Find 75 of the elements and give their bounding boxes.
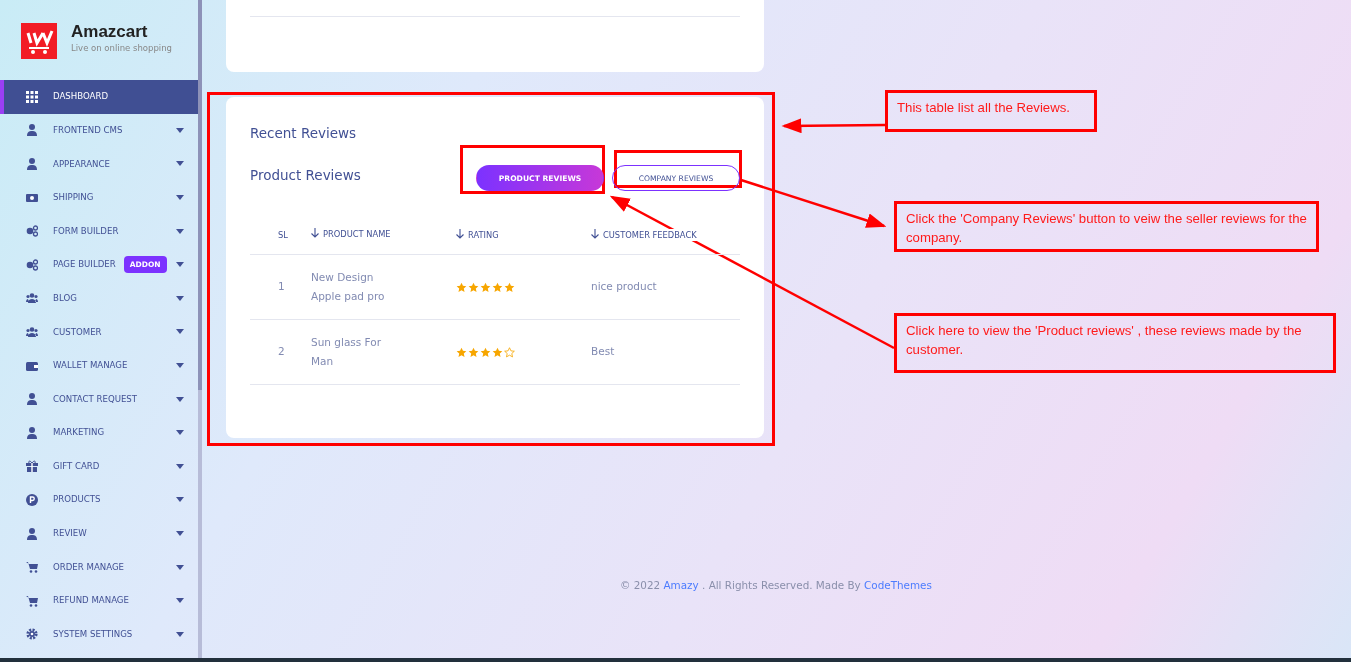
sidebar-item[interactable]: REVIEW [0,516,198,551]
annotation-note: Click here to view the 'Product reviews' , these reviews made by the customer. [894,313,1336,373]
users-icon [26,292,38,305]
star-icon [480,281,491,293]
annotation-note: This table list all the Reviews. [885,90,1097,132]
sidebar-item[interactable]: APPEARANCE [0,147,198,181]
empty-star-icon [504,346,515,358]
sidebar-item[interactable]: CONTACT REQUEST [0,382,198,416]
sidebar-item[interactable]: BLOG [0,281,198,316]
menu-label: SYSTEM SETTINGS [53,627,133,641]
sidebar-item[interactable]: GIFT CARD [0,449,198,484]
sidebar-item[interactable]: FRONTEND CMS [0,113,198,148]
menu-label: PAGE BUILDER [53,258,116,272]
person-icon [26,124,38,137]
table-cell-text: Sun glass For Man [311,335,382,370]
menu-label: REFUND MANAGE [53,594,129,608]
gears-icon [26,225,38,238]
grid-icon [26,90,38,103]
sidebar-item[interactable]: DASHBOARD [0,80,198,114]
menu-label: SHIPPING [53,191,94,204]
person-icon [26,393,38,406]
menu-label: PRODUCTS [53,493,101,507]
sidebar-item[interactable]: MARKETING [0,415,198,450]
table-cell-text: Best [591,344,616,360]
table-cell-text: nice product [591,279,658,295]
users-icon [26,325,38,338]
table-cell-text: 2 [277,344,286,360]
table-cell-text: 1 [277,279,286,295]
sidebar-item[interactable]: FORM BUILDER [0,214,198,248]
menu-label: ORDER MANAGE [53,560,125,574]
star-icon [468,281,479,293]
cart-icon [26,561,38,574]
section-title: Product Reviews [250,166,361,186]
star-icon [492,346,503,358]
banknote-icon [26,191,38,204]
menu-label: APPEARANCE [53,157,110,171]
table-cell-text: New Design Apple pad pro [311,270,386,305]
star-icon [456,281,467,293]
star-icon [468,346,479,358]
menu-label: WALLET MANAGE [53,359,128,372]
menu-label: CUSTOMER [53,325,102,339]
star-icon [456,346,467,358]
gears-icon [26,258,38,271]
menu-label: DASHBOARD [53,90,109,104]
menu-label: CONTACT REQUEST [53,392,138,406]
wallet-icon [26,359,38,372]
sidebar-item[interactable]: ORDER MANAGE [0,550,198,584]
p-circle-icon [26,493,38,506]
sidebar-item[interactable]: SHIPPING [0,180,198,215]
menu-label: GIFT CARD [53,459,100,473]
menu-label: REVIEW [53,527,87,540]
sidebar-item[interactable]: WALLET MANAGE [0,348,198,383]
menu-label: FRONTEND CMS [53,123,123,137]
person-icon [26,158,38,170]
person-icon [26,527,38,540]
gear-icon [26,628,38,641]
sidebar-item[interactable]: PRODUCTS [0,483,198,517]
sidebar-item[interactable]: SYSTEM SETTINGS [0,617,198,652]
star-icon [492,281,503,293]
person-icon [26,426,38,439]
menu-label: MARKETING [53,426,105,440]
gift-icon [26,460,38,473]
scrollbar-thumb[interactable] [198,0,202,390]
cart-icon [26,594,38,607]
star-icon [480,346,491,358]
copyright-text: © 2022 Amazy . All Rights Reserved. Made By CodeThemes [619,578,933,593]
star-icon [504,281,515,293]
menu-label: FORM BUILDER [53,224,119,238]
sidebar-item[interactable]: REFUND MANAGE [0,583,198,618]
annotation-note: Click the 'Company Reviews' button to veiw the seller reviews for the company. [894,201,1319,252]
sidebar-item[interactable]: CUSTOMER [0,315,198,349]
brand-name: Amazcart [71,23,149,42]
brand-tagline: Live on online shopping [71,41,172,55]
card-title: Recent Reviews [250,124,358,143]
menu-label: BLOG [53,291,77,305]
